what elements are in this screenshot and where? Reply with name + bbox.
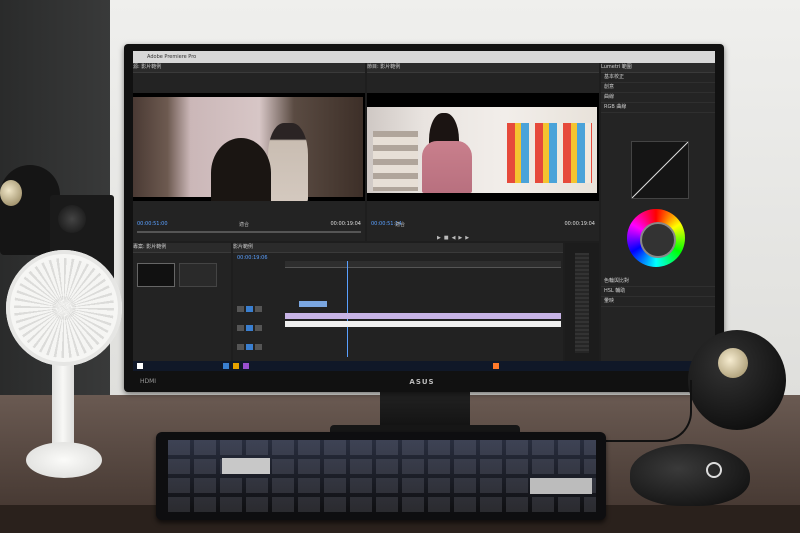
gaming-mouse — [630, 444, 750, 506]
program-scene-woman — [422, 141, 472, 193]
window-titlebar: Adobe Premiere Pro – □ × — [133, 51, 715, 63]
program-monitor-tab[interactable]: 節目: 影片範例 — [367, 63, 599, 73]
fan-base — [26, 442, 102, 478]
source-monitor-tab[interactable]: 源: 影片範例 — [133, 63, 365, 73]
timeline-clip-audio[interactable] — [285, 313, 561, 319]
program-scene-shelf-left — [373, 131, 418, 191]
fan-grille — [14, 258, 114, 358]
monitor-brand-logo: ASUS — [409, 378, 435, 386]
timeline-ruler[interactable] — [285, 261, 561, 268]
source-scene-man — [268, 123, 308, 201]
rgb-curve-graph[interactable] — [631, 141, 689, 199]
effects-row[interactable]: 暈映 — [601, 297, 715, 307]
timeline-tab[interactable]: 影片範例 — [233, 243, 563, 253]
taskbar-app-icon[interactable] — [493, 363, 499, 369]
keyboard-backlight — [168, 440, 596, 514]
transport-controls[interactable]: ▶■◀▶▶ — [437, 235, 472, 241]
lumetri-panel: Lumetri 範圍 基本校正 創意 曲線 RGB 曲線 色輪與比對 HSL 輔… — [601, 63, 715, 361]
window-title: Adobe Premiere Pro — [147, 54, 197, 60]
taskbar-app-icon[interactable] — [223, 363, 229, 369]
program-scene-shelf-right — [507, 123, 592, 183]
mouse-logo — [706, 462, 722, 478]
hue-wheel-center — [640, 222, 676, 258]
play-icon[interactable]: ▶ — [437, 235, 444, 241]
subwoofer-driver — [58, 205, 86, 233]
keyboard-white-keys — [530, 478, 592, 494]
audio-meters — [565, 243, 599, 361]
timeline-panel: 影片範例 00:00:19:06 — [233, 243, 563, 361]
fan-stem — [52, 352, 74, 452]
project-panel: 專案: 影片範例 — [133, 243, 231, 361]
playhead[interactable] — [347, 261, 348, 357]
source-scene-person — [211, 138, 271, 201]
timeline-clip-video[interactable] — [285, 321, 561, 327]
right-speaker-tweeter — [718, 348, 748, 378]
effects-row[interactable]: 創意 — [601, 83, 715, 93]
source-monitor-panel: 源: 影片範例 00:00:51:00 適合 00:00:19:04 — [133, 63, 365, 241]
hdmi-label: HDMI — [140, 378, 157, 385]
right-speaker — [688, 330, 786, 430]
windows-taskbar — [133, 361, 715, 371]
effects-row[interactable]: 基本校正 — [601, 73, 715, 83]
source-video-frame[interactable] — [133, 93, 365, 201]
taskbar-app-icon[interactable] — [243, 363, 249, 369]
curve-line — [631, 141, 689, 199]
audio-meter-bar — [575, 253, 589, 353]
hue-saturation-wheel[interactable] — [627, 209, 685, 267]
effects-row[interactable]: 曲線 — [601, 93, 715, 103]
source-timecode-current: 00:00:51:00 — [137, 221, 168, 227]
timeline-clip[interactable] — [299, 301, 327, 307]
source-timecode-duration: 00:00:19:04 — [330, 221, 361, 227]
timeline-timecode: 00:00:19:06 — [237, 255, 268, 261]
mouse-cable — [590, 380, 692, 442]
left-speaker-tweeter — [0, 180, 22, 206]
program-video-frame[interactable] — [367, 93, 599, 201]
taskbar-app-icon[interactable] — [233, 363, 239, 369]
effects-row[interactable]: HSL 輔助 — [601, 287, 715, 297]
lumetri-tab[interactable]: Lumetri 範圍 — [601, 63, 715, 73]
effects-row[interactable]: RGB 曲線 — [601, 103, 715, 113]
effects-row[interactable]: 色輪與比對 — [601, 277, 715, 287]
project-clip-thumbnail[interactable] — [137, 263, 175, 287]
program-monitor-panel: 節目: 影片範例 00:00:51:14 適合 00:00:19:04 ▶■◀▶… — [367, 63, 599, 241]
program-timecode-duration: 00:00:19:04 — [564, 221, 595, 227]
project-tab[interactable]: 專案: 影片範例 — [133, 243, 231, 253]
keyboard-white-keys — [222, 458, 270, 474]
monitor-screen: Adobe Premiere Pro – □ × 源: 影片範例 00:00:5… — [133, 51, 715, 371]
source-scrubber[interactable] — [137, 231, 361, 233]
windows-start-icon[interactable] — [137, 363, 143, 369]
project-clip-thumbnail[interactable] — [179, 263, 217, 287]
program-fit-select[interactable]: 適合 — [395, 221, 405, 228]
source-fit-select[interactable]: 適合 — [239, 221, 249, 228]
track-headers — [237, 297, 285, 354]
